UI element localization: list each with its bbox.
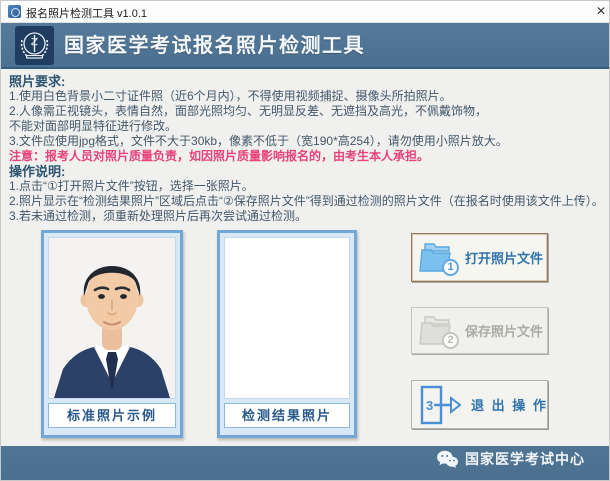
footer-brand-text: 国家医学考试中心 bbox=[465, 449, 585, 469]
requirements-heading: 照片要求: bbox=[9, 74, 609, 89]
exit-button-label: 退 出 操 作 bbox=[471, 395, 548, 414]
window-title: 报名照片检测工具 v1.0.1 bbox=[26, 5, 147, 21]
notice-line: 注意：报考人员对照片质量负责，如因照片质量影响报名的，由考生本人承担。 bbox=[9, 149, 609, 164]
save-step-badge: 2 bbox=[442, 332, 459, 349]
result-photo-panel: 检测结果照片 bbox=[217, 230, 357, 438]
instruction-line: 1.点击“①打开照片文件”按钮，选择一张照片。 bbox=[9, 179, 609, 194]
header-band: 国家医学考试报名照片检测工具 bbox=[1, 23, 609, 69]
close-icon[interactable]: ✕ bbox=[594, 4, 608, 18]
save-button-label: 保存照片文件 bbox=[465, 321, 543, 340]
requirement-line: 2.人像需正视镜头，表情自然，面部光照均匀、无明显反差、无遮挡及高光，不佩戴饰物… bbox=[9, 104, 609, 119]
open-step-badge: 1 bbox=[442, 259, 459, 276]
info-text: 照片要求: 1.使用白色背景小二寸证件照（近6个月内），不得使用视频捕捉、摄像头… bbox=[9, 74, 609, 224]
instruction-line: 3.若未通过检测，须重新处理照片后再次尝试通过检测。 bbox=[9, 209, 609, 224]
exit-button[interactable]: 3 退 出 操 作 bbox=[411, 380, 548, 429]
instruction-line: 2.照片显示在“检测结果照片”区域后点击“②保存照片文件”得到通过检测的照片文件… bbox=[9, 194, 609, 209]
sample-photo bbox=[48, 237, 176, 399]
sample-photo-panel: 标准照片示例 bbox=[41, 230, 183, 438]
titlebar: 报名照片检测工具 v1.0.1 ✕ bbox=[1, 1, 609, 23]
result-photo-label: 检测结果照片 bbox=[224, 403, 350, 428]
exit-step-badge: 3 bbox=[426, 398, 433, 413]
app-window: 报名照片检测工具 v1.0.1 ✕ 国家医学考试报名照片检测工具 照片要求: 1… bbox=[0, 0, 610, 481]
open-photo-button[interactable]: 1 打开照片文件 bbox=[411, 233, 548, 282]
nmec-logo bbox=[15, 26, 54, 65]
open-button-label: 打开照片文件 bbox=[465, 248, 543, 267]
save-folder-icon: 2 bbox=[419, 314, 457, 348]
save-photo-button[interactable]: 2 保存照片文件 bbox=[411, 307, 548, 354]
footer-band: 国家医学考试中心 bbox=[1, 446, 609, 481]
instructions-heading: 操作说明: bbox=[9, 164, 609, 179]
footer-brand: 国家医学考试中心 bbox=[436, 449, 585, 469]
requirement-line: 3.文件应使用jpg格式，文件不大于30kb，像素不低于（宽190*高254），… bbox=[9, 134, 609, 149]
app-icon bbox=[8, 5, 21, 18]
requirement-line: 不能对面部明显特征进行修改。 bbox=[9, 119, 609, 134]
page-title: 国家医学考试报名照片检测工具 bbox=[64, 23, 365, 69]
result-photo-empty bbox=[224, 237, 350, 399]
open-folder-icon: 1 bbox=[419, 241, 457, 275]
wechat-icon bbox=[436, 450, 459, 468]
exit-icon: 3 bbox=[419, 385, 461, 425]
requirement-line: 1.使用白色背景小二寸证件照（近6个月内），不得使用视频捕捉、摄像头所拍照片。 bbox=[9, 89, 609, 104]
sample-photo-label: 标准照片示例 bbox=[48, 403, 176, 428]
